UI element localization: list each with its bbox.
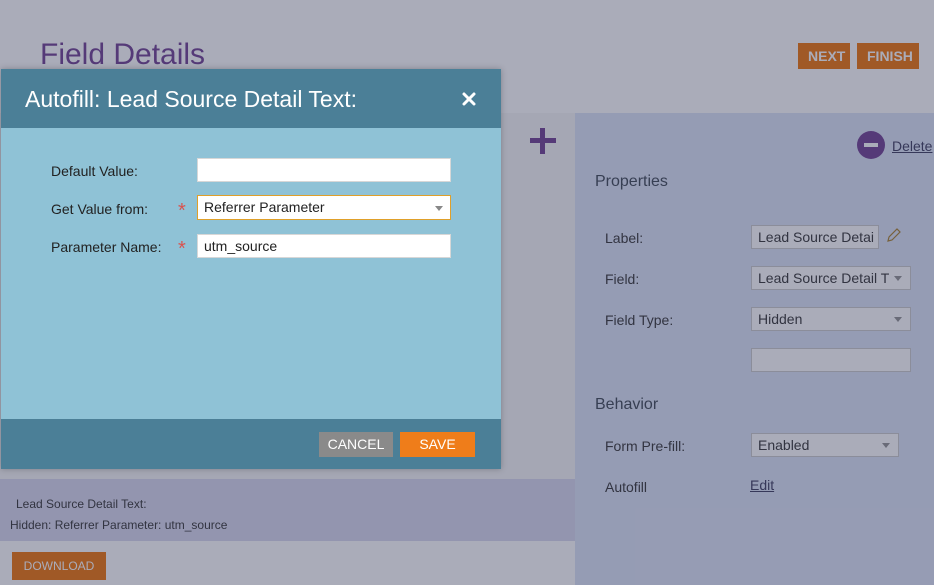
get-value-from-label: Get Value from: (51, 201, 149, 217)
save-button[interactable]: SAVE (400, 432, 475, 457)
parameter-name-label: Parameter Name: (51, 239, 162, 255)
get-value-from-selected: Referrer Parameter (204, 199, 325, 215)
default-value-input[interactable] (197, 158, 451, 182)
parameter-name-input[interactable] (197, 234, 451, 258)
dialog-header: Autofill: Lead Source Detail Text: (1, 69, 501, 128)
cancel-button[interactable]: CANCEL (319, 432, 393, 457)
get-value-from-select[interactable]: Referrer Parameter (197, 195, 451, 220)
autofill-dialog: Autofill: Lead Source Detail Text: Defau… (1, 69, 501, 469)
required-marker: * (178, 200, 186, 222)
dialog-footer: CANCEL SAVE (1, 419, 501, 469)
default-value-label: Default Value: (51, 163, 138, 179)
chevron-down-icon (435, 206, 443, 211)
dialog-title: Autofill: Lead Source Detail Text: (25, 86, 357, 112)
required-marker: * (178, 238, 186, 260)
close-icon[interactable] (461, 91, 477, 107)
